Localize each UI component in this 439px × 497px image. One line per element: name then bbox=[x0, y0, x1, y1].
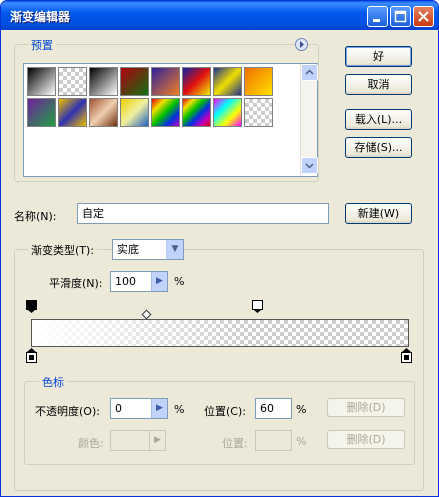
preset-swatch[interactable] bbox=[244, 67, 273, 96]
preset-swatch[interactable] bbox=[120, 98, 149, 127]
opacity-value: 0 bbox=[115, 402, 122, 415]
scroll-down-button[interactable] bbox=[301, 157, 318, 174]
color-stop-left[interactable] bbox=[26, 348, 37, 363]
presets-scrollbar[interactable] bbox=[300, 64, 318, 174]
color-stops-legend: 色标 bbox=[39, 374, 67, 390]
location-label: 位置(C): bbox=[204, 405, 246, 418]
chevron-up-icon bbox=[305, 69, 314, 75]
preset-swatch[interactable] bbox=[151, 98, 180, 127]
close-icon bbox=[418, 11, 429, 22]
presets-legend: 预置 bbox=[28, 37, 56, 53]
opacity-unit: % bbox=[174, 403, 185, 416]
scroll-up-button[interactable] bbox=[301, 64, 318, 81]
color-location-label: 位置: bbox=[222, 437, 248, 450]
gradient-editor-window: 渐变编辑器 预置 好 取消 载入(L)... 存储(S)... 名称(N): 自… bbox=[0, 0, 439, 497]
maximize-icon bbox=[394, 10, 407, 23]
title-bar[interactable]: 渐变编辑器 bbox=[1, 1, 438, 30]
name-input[interactable]: 自定 bbox=[77, 203, 329, 224]
opacity-stop-marker-icon bbox=[26, 300, 37, 313]
preset-swatch[interactable] bbox=[182, 67, 211, 96]
smoothness-value: 100 bbox=[115, 275, 136, 288]
opacity-input[interactable]: 0 ▶ bbox=[110, 398, 168, 419]
location-unit: % bbox=[296, 403, 307, 416]
color-stop-marker-icon bbox=[26, 348, 37, 363]
chevron-down-icon bbox=[305, 163, 314, 169]
right-arrow-icon[interactable]: ▶ bbox=[151, 272, 167, 291]
presets-menu-button[interactable] bbox=[295, 38, 308, 51]
minimize-icon bbox=[373, 19, 380, 22]
color-stop-right[interactable] bbox=[401, 348, 412, 363]
preset-swatch[interactable] bbox=[58, 98, 87, 127]
close-button[interactable] bbox=[413, 6, 434, 27]
preset-swatch[interactable] bbox=[58, 67, 87, 96]
preset-swatch[interactable] bbox=[27, 67, 56, 96]
preset-swatch[interactable] bbox=[89, 67, 118, 96]
chevron-down-icon: ▼ bbox=[166, 240, 183, 259]
preset-swatch[interactable] bbox=[120, 67, 149, 96]
cancel-button[interactable]: 取消 bbox=[345, 74, 412, 95]
new-button[interactable]: 新建(W) bbox=[345, 203, 412, 224]
smoothness-label: 平滑度(N): bbox=[49, 277, 103, 290]
window-title: 渐变编辑器 bbox=[10, 10, 71, 24]
color-stops-group bbox=[24, 381, 415, 465]
gradient-fill bbox=[32, 320, 408, 346]
save-button[interactable]: 存储(S)... bbox=[345, 137, 412, 158]
preset-swatch[interactable] bbox=[213, 67, 242, 96]
gradient-type-value: 实底 bbox=[117, 243, 139, 256]
right-arrow-circle-icon bbox=[300, 41, 304, 48]
color-location-unit: % bbox=[296, 435, 307, 448]
color-label: 颜色: bbox=[78, 437, 104, 450]
preset-swatch[interactable] bbox=[151, 67, 180, 96]
smoothness-unit: % bbox=[174, 275, 185, 288]
gradient-type-select[interactable]: 实底 ▼ bbox=[112, 239, 184, 260]
right-arrow-icon[interactable]: ▶ bbox=[151, 399, 167, 418]
opacity-stop-selected[interactable] bbox=[252, 300, 263, 313]
color-swatch-disabled[interactable]: ▶ bbox=[110, 430, 166, 451]
load-button[interactable]: 载入(L)... bbox=[345, 109, 412, 130]
minimize-button[interactable] bbox=[367, 6, 388, 27]
preset-swatch[interactable] bbox=[244, 98, 273, 127]
right-arrow-icon[interactable]: ▶ bbox=[149, 431, 165, 450]
preset-swatch[interactable] bbox=[27, 98, 56, 127]
opacity-stop-left[interactable] bbox=[26, 300, 37, 313]
maximize-button[interactable] bbox=[390, 6, 411, 27]
ok-button[interactable]: 好 bbox=[345, 46, 412, 67]
gradient-preview-bar[interactable] bbox=[31, 319, 409, 347]
dialog-body: 预置 好 取消 载入(L)... 存储(S)... 名称(N): 自定 新建(W… bbox=[4, 30, 435, 494]
preset-swatch[interactable] bbox=[89, 98, 118, 127]
presets-list[interactable] bbox=[23, 63, 318, 177]
delete-color-stop-button[interactable]: 删除(D) bbox=[327, 430, 405, 449]
delete-opacity-stop-button[interactable]: 删除(D) bbox=[327, 398, 405, 417]
gradient-type-label: 渐变类型(T): bbox=[28, 242, 98, 258]
smoothness-input[interactable]: 100 ▶ bbox=[110, 271, 168, 292]
preset-swatch[interactable] bbox=[213, 98, 242, 127]
color-stop-marker-icon bbox=[401, 348, 412, 363]
location-input[interactable]: 60 bbox=[255, 398, 292, 419]
opacity-stop-marker-icon bbox=[252, 300, 263, 313]
preset-swatch[interactable] bbox=[182, 98, 211, 127]
name-label: 名称(N): bbox=[14, 210, 57, 223]
color-location-input[interactable] bbox=[255, 430, 292, 451]
opacity-label: 不透明度(O): bbox=[35, 405, 100, 418]
